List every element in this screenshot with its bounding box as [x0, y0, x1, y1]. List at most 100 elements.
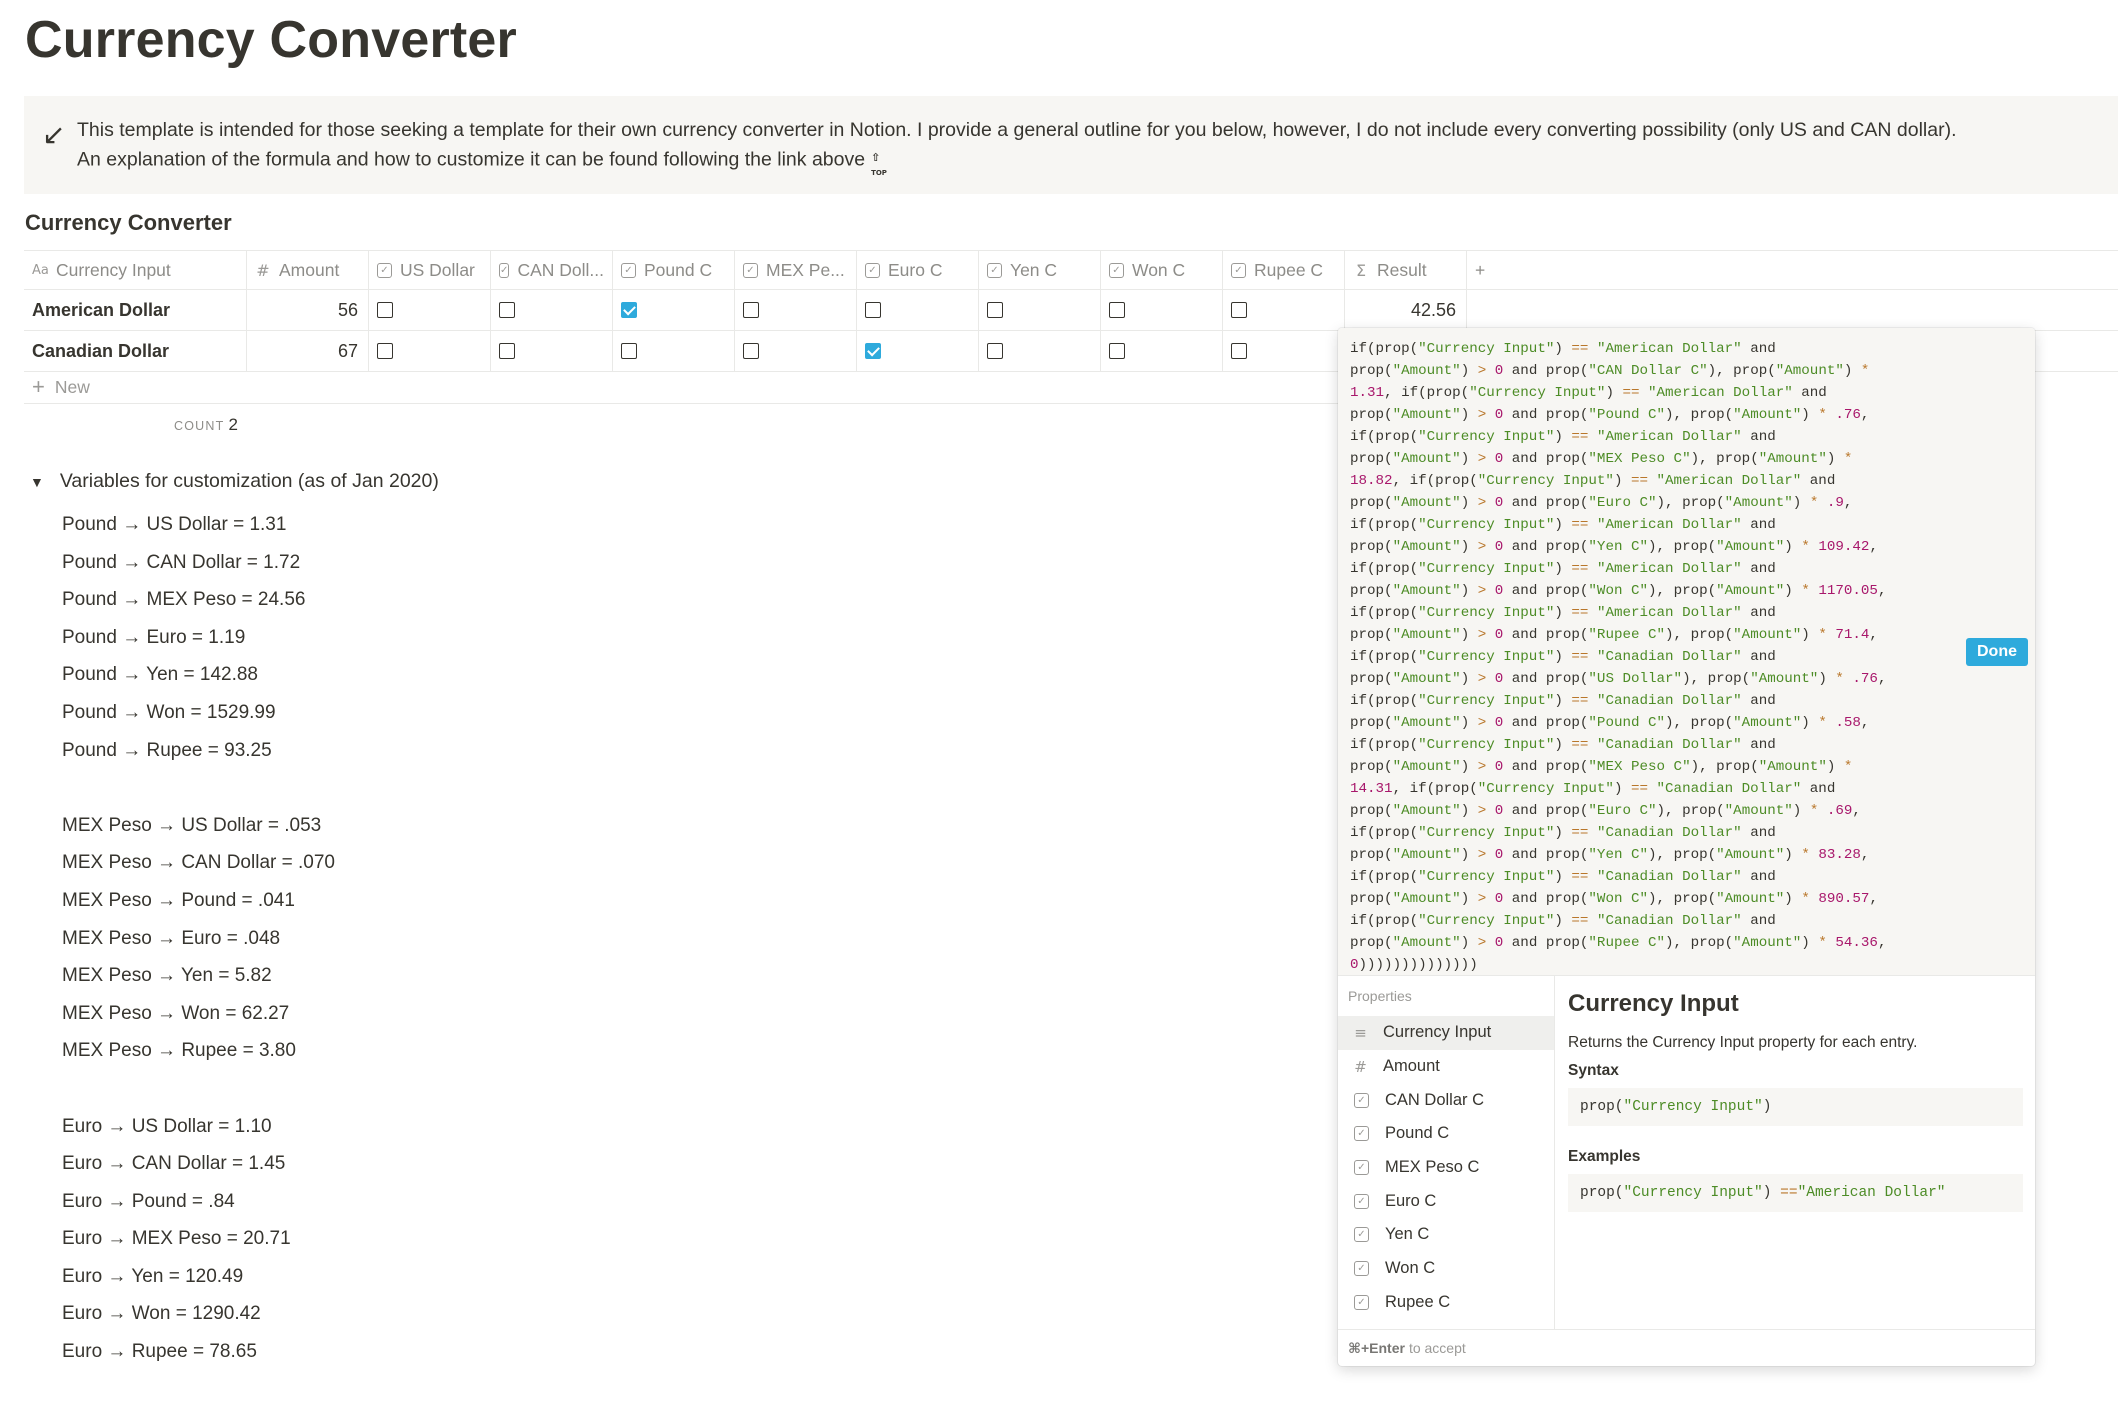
variable-item: Euro → Rupee = 78.65	[62, 1341, 257, 1363]
cell-checkbox	[1223, 331, 1345, 371]
property-item[interactable]: ≡ Currency Input	[1338, 1016, 1554, 1050]
count-footer[interactable]: COUNT 2	[174, 415, 238, 435]
formula-code[interactable]: if(prop("Currency Input") == "American D…	[1350, 338, 1960, 976]
property-item[interactable]: ✓ Euro C	[1338, 1184, 1554, 1218]
column-header[interactable]: ✓ CAN Doll...	[491, 251, 613, 289]
column-header[interactable]: # Amount	[247, 251, 369, 289]
top-arrow-icon[interactable]: ⇧ TOP	[871, 144, 887, 177]
cell-checkbox	[369, 290, 491, 330]
property-label: CAN Dollar C	[1385, 1090, 1485, 1109]
column-header-label: Euro C	[888, 259, 943, 280]
formula-editor[interactable]: if(prop("Currency Input") == "American D…	[1338, 328, 2035, 976]
variable-item: MEX Peso → US Dollar = .053	[62, 814, 322, 836]
variable-item: Pound → MEX Peso = 24.56	[62, 589, 306, 611]
checkbox-icon: ✓	[1354, 1193, 1369, 1209]
checkbox-unchecked[interactable]	[377, 343, 393, 359]
column-header[interactable]: ✓ Yen C	[979, 251, 1101, 289]
table-header-row: Aa Currency Input # Amount ✓ US Dollar ✓ CAN Do…	[24, 250, 2118, 290]
property-item[interactable]: ✓ MEX Peso C	[1338, 1151, 1554, 1185]
checkbox-unchecked[interactable]	[1231, 343, 1247, 359]
column-header[interactable]: Σ Result	[1345, 251, 1467, 289]
column-header-label: MEX Pe...	[766, 259, 845, 280]
variable-item: MEX Peso → Won = 62.27	[62, 1002, 290, 1024]
column-header[interactable]: ✓ US Dollar	[369, 251, 491, 289]
property-label: Euro C	[1385, 1191, 1437, 1210]
column-header[interactable]: ✓ MEX Pe...	[735, 251, 857, 289]
checkbox-unchecked[interactable]	[499, 343, 515, 359]
column-header-label: Won C	[1132, 259, 1186, 280]
cell-checkbox	[491, 290, 613, 330]
doc-description: Returns the Currency Input property for …	[1568, 1034, 1918, 1051]
checkbox-icon: ✓	[1354, 1092, 1369, 1108]
cell-currency-input[interactable]: Canadian Dollar	[24, 331, 247, 371]
new-row-button[interactable]: + New	[24, 371, 1344, 404]
cell-checkbox	[613, 331, 735, 371]
checkbox-unchecked[interactable]	[1109, 343, 1125, 359]
column-header[interactable]: ✓ Won C	[1101, 251, 1223, 289]
cell-amount[interactable]: 67	[247, 331, 369, 371]
arrow-down-left-icon[interactable]: ↙	[42, 118, 65, 151]
checkbox-icon: ✓	[987, 262, 1002, 278]
property-item[interactable]: ✓ Pound C	[1338, 1117, 1554, 1151]
column-header[interactable]: ✓ Rupee C	[1223, 251, 1345, 289]
column-header[interactable]: ✓ Pound C	[613, 251, 735, 289]
column-header[interactable]: ✓ Euro C	[857, 251, 979, 289]
toggle-block[interactable]: ▼ Variables for customization (as of Jan …	[30, 470, 439, 493]
variable-item: Euro → MEX Peso = 20.71	[62, 1228, 291, 1250]
count-label: COUNT	[174, 419, 225, 433]
cell-checkbox	[369, 331, 491, 371]
callout-text: This template is intended for those seek…	[77, 116, 1956, 177]
checkbox-unchecked[interactable]	[621, 343, 637, 359]
cell-currency-input[interactable]: American Dollar	[24, 290, 247, 330]
checkbox-checked[interactable]	[621, 302, 637, 318]
checkbox-unchecked[interactable]	[743, 302, 759, 318]
callout-block: ↙ This template is intended for those se…	[24, 96, 2118, 194]
cell-amount[interactable]: 56	[247, 290, 369, 330]
checkbox-icon: ✓	[377, 262, 392, 278]
column-header-label: US Dollar	[400, 259, 475, 280]
checkbox-icon: ✓	[1354, 1227, 1369, 1243]
property-label: Rupee C	[1385, 1292, 1451, 1311]
property-item[interactable]: ✓ Won C	[1338, 1252, 1554, 1286]
checkbox-icon: ✓	[499, 262, 510, 278]
checkbox-unchecked[interactable]	[1109, 302, 1125, 318]
cell-checkbox	[735, 331, 857, 371]
table-row[interactable]: American Dollar 56 42.56	[24, 290, 2118, 331]
property-item[interactable]: # Amount	[1338, 1050, 1554, 1084]
cell-checkbox	[1223, 290, 1345, 330]
new-row-label: New	[54, 376, 90, 397]
checkbox-unchecked[interactable]	[987, 343, 1003, 359]
number-hash-icon: #	[256, 260, 270, 280]
checkbox-unchecked[interactable]	[743, 343, 759, 359]
properties-list: ≡ Currency Input # Amount ✓ CAN Dollar C ✓ Poun…	[1338, 1016, 1554, 1319]
cell-checkbox	[1101, 331, 1223, 371]
checkbox-unchecked[interactable]	[865, 302, 881, 318]
done-button[interactable]: Done	[1966, 638, 2028, 666]
property-item[interactable]: ✓ Yen C	[1338, 1218, 1554, 1252]
checkbox-unchecked[interactable]	[377, 302, 393, 318]
checkbox-unchecked[interactable]	[1231, 302, 1247, 318]
callout-line-1: This template is intended for those seek…	[77, 119, 1957, 141]
cell-checkbox	[1101, 290, 1223, 330]
column-header[interactable]: Aa Currency Input	[24, 251, 247, 289]
variable-item: Pound → CAN Dollar = 1.72	[62, 551, 301, 573]
property-label: Currency Input	[1383, 1023, 1492, 1042]
variables-list: Pound → US Dollar = 1.31 Pound → CAN Doll…	[62, 506, 335, 1371]
variable-item: MEX Peso → Euro = .048	[62, 927, 281, 949]
variable-item: Euro → Pound = .84	[62, 1190, 235, 1212]
checkbox-unchecked[interactable]	[987, 302, 1003, 318]
add-column-plus-icon[interactable]: +	[1467, 251, 1527, 289]
properties-pane: Properties ≡ Currency Input # Amount ✓ CAN Do…	[1338, 976, 1555, 1329]
syntax-heading: Syntax	[1568, 1062, 1619, 1079]
sigma-formula-icon: Σ	[1355, 260, 1367, 280]
checkbox-unchecked[interactable]	[499, 302, 515, 318]
toggle-label: Variables for customization (as of Jan 2…	[59, 470, 439, 492]
database-title[interactable]: Currency Converter	[25, 210, 232, 236]
cell-result[interactable]: 42.56	[1345, 290, 1467, 330]
toggle-triangle-icon[interactable]: ▼	[30, 474, 44, 490]
property-item[interactable]: ✓ CAN Dollar C	[1338, 1083, 1554, 1117]
column-header-label: Currency Input	[56, 259, 171, 280]
checkbox-checked[interactable]	[865, 343, 881, 359]
property-item[interactable]: ✓ Rupee C	[1338, 1286, 1554, 1320]
